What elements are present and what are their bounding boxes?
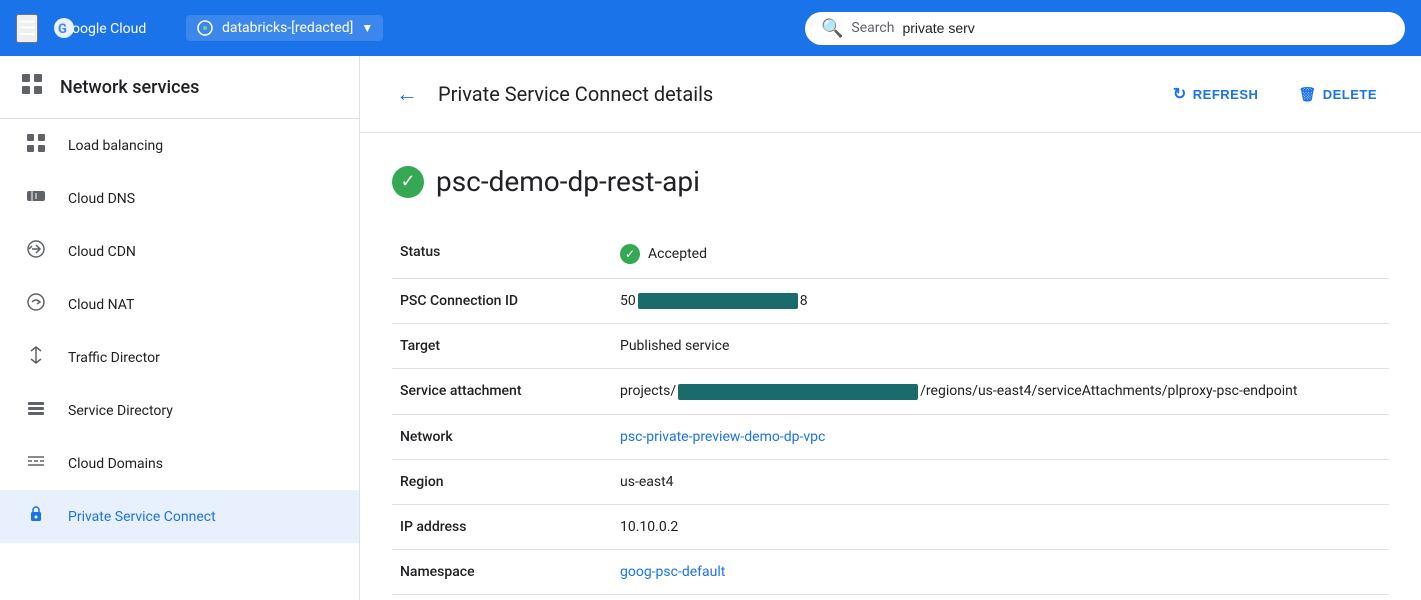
refresh-button[interactable]: ↻ REFRESH (1161, 76, 1271, 112)
table-row-region: Region us-east4 (392, 459, 1389, 504)
namespace-value: goog-psc-default (612, 549, 1389, 594)
sidebar-item-load-balancing[interactable]: Load balancing (0, 119, 359, 172)
back-icon: ← (396, 81, 418, 106)
status-text: Accepted (648, 246, 707, 262)
svg-text:oogle Cloud: oogle Cloud (72, 21, 146, 37)
back-button[interactable]: ← (392, 77, 422, 111)
target-value: Published service (612, 324, 1389, 369)
psc-icon (24, 504, 48, 529)
service-attachment-label: Service attachment (392, 369, 612, 414)
psc-id-prefix: 50 (620, 293, 636, 309)
table-row-ip: IP address 10.10.0.2 (392, 504, 1389, 549)
delete-label: DELETE (1323, 87, 1377, 102)
sidebar-label-traffic-director: Traffic Director (68, 350, 160, 366)
psc-id-value: 50 8 (612, 279, 1389, 324)
content-area: ✓ psc-demo-dp-rest-api Status ✓ (360, 133, 1421, 600)
status-dot-icon: ✓ (620, 244, 640, 264)
search-bar[interactable]: 🔍 Search (805, 12, 1405, 45)
region-label: Region (392, 459, 612, 504)
table-row-service-attachment: Service attachment projects/ /regions/us… (392, 369, 1389, 414)
page-title: Private Service Connect details (438, 82, 1145, 106)
status-value: ✓ Accepted (612, 230, 1389, 279)
sidebar-label-cloud-dns: Cloud DNS (68, 191, 135, 207)
sidebar-item-cloud-nat[interactable]: Cloud NAT (0, 278, 359, 331)
status-label: Status (392, 230, 612, 279)
table-row-psc-id: PSC Connection ID 50 8 (392, 279, 1389, 324)
sidebar-item-private-service-connect[interactable]: Private Service Connect (0, 490, 359, 543)
service-attachment-value: projects/ /regions/us-east4/serviceAttac… (612, 369, 1389, 414)
layout: Network services Load balancing (0, 56, 1421, 600)
search-icon: 🔍 (821, 18, 843, 39)
sidebar-item-cloud-cdn[interactable]: Cloud CDN (0, 225, 359, 278)
network-value: psc-private-preview-demo-dp-vpc (612, 414, 1389, 459)
sidebar-label-cloud-nat: Cloud NAT (68, 297, 134, 313)
sidebar-label-service-directory: Service Directory (68, 403, 173, 419)
table-row-target: Target Published service (392, 324, 1389, 369)
table-row-status: Status ✓ Accepted (392, 230, 1389, 279)
project-name: databricks-[redacted] (222, 20, 353, 36)
sidebar-label-cloud-domains: Cloud Domains (68, 456, 163, 472)
resource-name: psc-demo-dp-rest-api (436, 165, 700, 198)
sa-prefix: projects/ (620, 383, 676, 399)
network-link[interactable]: psc-private-preview-demo-dp-vpc (620, 429, 825, 445)
page-header: ← Private Service Connect details ↻ REFR… (360, 56, 1421, 133)
delete-button[interactable]: 🗑 DELETE (1286, 78, 1389, 111)
network-label: Network (392, 414, 612, 459)
top-bar: ☰ G oogle Cloud databricks-[redacted] ▼ … (0, 0, 1421, 56)
service-directory-icon (24, 398, 48, 423)
dropdown-arrow-icon: ▼ (361, 21, 373, 35)
sidebar-header: Network services (0, 56, 359, 119)
delete-icon: 🗑 (1298, 86, 1316, 103)
check-icon: ✓ (400, 171, 415, 192)
details-table: Status ✓ Accepted PSC Connectio (392, 230, 1389, 595)
psc-id-suffix: 8 (800, 293, 808, 309)
namespace-label: Namespace (392, 549, 612, 594)
refresh-icon: ↻ (1173, 84, 1187, 104)
namespace-link[interactable]: goog-psc-default (620, 564, 725, 580)
sidebar: Network services Load balancing (0, 56, 360, 600)
sidebar-label-psc: Private Service Connect (68, 509, 216, 525)
project-selector[interactable]: databricks-[redacted] ▼ (186, 15, 383, 41)
project-icon (196, 19, 214, 37)
status-check-icon: ✓ (625, 247, 635, 261)
sa-suffix: /regions/us-east4/serviceAttachments/plp… (920, 383, 1297, 399)
sidebar-item-service-directory[interactable]: Service Directory (0, 384, 359, 437)
cloud-domains-icon (24, 451, 48, 476)
ip-label: IP address (392, 504, 612, 549)
table-row-network: Network psc-private-preview-demo-dp-vpc (392, 414, 1389, 459)
search-label: Search (851, 20, 894, 36)
region-value: us-east4 (612, 459, 1389, 504)
load-balancing-icon (24, 133, 48, 158)
sidebar-title: Network services (60, 77, 199, 98)
menu-button[interactable]: ☰ (16, 14, 38, 43)
resource-title-row: ✓ psc-demo-dp-rest-api (392, 165, 1389, 198)
resource-status-icon: ✓ (392, 166, 424, 198)
refresh-label: REFRESH (1193, 87, 1259, 102)
psc-id-label: PSC Connection ID (392, 279, 612, 324)
google-cloud-logo: G oogle Cloud (54, 16, 170, 40)
sa-redacted (678, 384, 918, 400)
svg-text:G: G (58, 22, 67, 37)
ip-value: 10.10.0.2 (612, 504, 1389, 549)
network-services-icon (20, 72, 44, 102)
table-row-namespace: Namespace goog-psc-default (392, 549, 1389, 594)
cloud-cdn-icon (24, 239, 48, 264)
main-content: ← Private Service Connect details ↻ REFR… (360, 56, 1421, 600)
traffic-director-icon (24, 345, 48, 370)
target-label: Target (392, 324, 612, 369)
cloud-dns-icon (24, 186, 48, 211)
sidebar-label-load-balancing: Load balancing (68, 138, 163, 154)
sidebar-item-cloud-domains[interactable]: Cloud Domains (0, 437, 359, 490)
sidebar-item-traffic-director[interactable]: Traffic Director (0, 331, 359, 384)
sidebar-label-cloud-cdn: Cloud CDN (68, 244, 136, 260)
sidebar-item-cloud-dns[interactable]: Cloud DNS (0, 172, 359, 225)
search-input[interactable] (902, 20, 1389, 36)
google-cloud-wordmark: G oogle Cloud (54, 16, 170, 40)
psc-id-redacted (638, 293, 798, 309)
menu-icon: ☰ (18, 18, 36, 40)
cloud-nat-icon (24, 292, 48, 317)
